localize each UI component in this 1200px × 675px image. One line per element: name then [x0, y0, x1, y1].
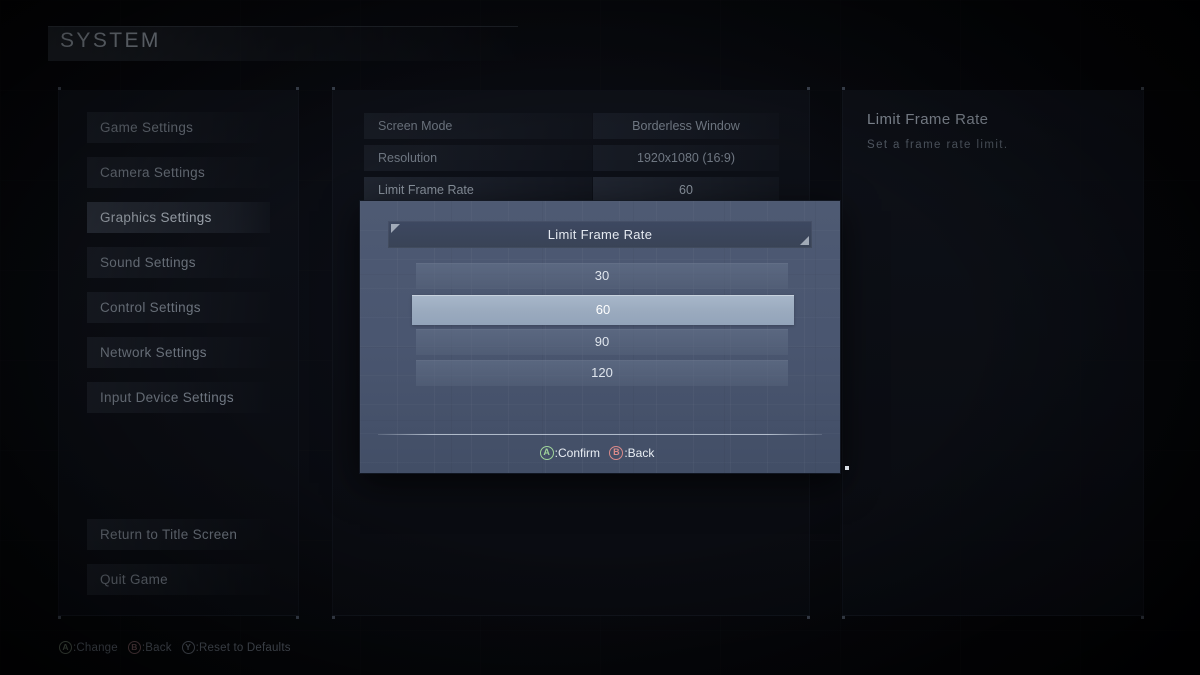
dialog-divider — [378, 434, 822, 435]
setting-row-limit-frame-rate[interactable]: Limit Frame Rate 60 — [364, 177, 779, 203]
sidebar-item-quit-game[interactable]: Quit Game — [87, 564, 270, 595]
hint-label: :Back — [624, 445, 655, 460]
sidebar-item-sound-settings[interactable]: Sound Settings — [87, 247, 270, 278]
option-30[interactable]: 30 — [416, 263, 788, 289]
hint-reset-to-defaults: Y :Reset to Defaults — [181, 641, 291, 654]
option-60[interactable]: 60 — [412, 295, 794, 325]
info-description: Set a frame rate limit. — [867, 139, 1009, 151]
corner-marker-icon — [842, 87, 845, 90]
corner-marker-icon — [1141, 87, 1144, 90]
sidebar-item-network-settings[interactable]: Network Settings — [87, 337, 270, 368]
setting-label: Resolution — [364, 145, 592, 171]
game-settings-screen: SYSTEM Game Settings Camera Settings Gra… — [0, 0, 1200, 675]
setting-row-resolution[interactable]: Resolution 1920x1080 (16:9) — [364, 145, 779, 171]
button-y-icon: Y — [181, 641, 195, 654]
corner-marker-icon — [807, 616, 810, 619]
setting-label: Screen Mode — [364, 113, 592, 139]
corner-marker-icon — [332, 87, 335, 90]
dialog-title: Limit Frame Rate — [547, 227, 653, 242]
button-a-icon: A — [59, 641, 72, 654]
corner-marker-icon — [807, 87, 810, 90]
info-title: Limit Frame Rate — [867, 111, 989, 128]
button-b-icon: B — [127, 641, 141, 654]
dialog-header: Limit Frame Rate — [388, 221, 812, 248]
setting-value[interactable]: 1920x1080 (16:9) — [593, 145, 779, 171]
button-a-icon: A — [539, 445, 554, 460]
setting-value[interactable]: 60 — [593, 177, 779, 203]
setting-label: Limit Frame Rate — [364, 177, 592, 203]
setting-row-screen-mode[interactable]: Screen Mode Borderless Window — [364, 113, 779, 139]
sidebar-item-camera-settings[interactable]: Camera Settings — [87, 157, 270, 188]
sidebar-item-graphics-settings[interactable]: Graphics Settings — [87, 202, 270, 233]
dialog-corner-marker-icon — [845, 466, 849, 470]
hint-label: :Change — [73, 641, 118, 654]
setting-value[interactable]: Borderless Window — [593, 113, 779, 139]
dialog-hint-bar: A :Confirm B :Back — [360, 444, 840, 460]
hint-change: A :Change — [59, 641, 118, 654]
hint-label: :Back — [141, 641, 172, 654]
corner-marker-icon — [332, 616, 335, 619]
sidebar-item-input-device-settings[interactable]: Input Device Settings — [87, 382, 270, 413]
sidebar-item-return-to-title-screen[interactable]: Return to Title Screen — [87, 519, 270, 550]
hint-label: :Confirm — [554, 445, 600, 460]
page-title: SYSTEM — [60, 29, 161, 52]
hint-back: B :Back — [127, 641, 172, 654]
hint-label: :Reset to Defaults — [195, 641, 291, 654]
corner-marker-icon — [58, 616, 61, 619]
corner-marker-icon — [58, 87, 61, 90]
button-b-icon: B — [609, 445, 624, 460]
hint-back: B :Back — [609, 445, 655, 460]
limit-frame-rate-dialog: Limit Frame Rate 30 60 90 120 A :Confirm… — [360, 201, 840, 473]
corner-marker-icon — [296, 616, 299, 619]
info-panel: Limit Frame Rate Set a frame rate limit. — [842, 87, 1144, 619]
corner-marker-icon — [842, 616, 845, 619]
sidebar-item-control-settings[interactable]: Control Settings — [87, 292, 270, 323]
option-90[interactable]: 90 — [416, 329, 788, 355]
sidebar-item-game-settings[interactable]: Game Settings — [87, 112, 270, 143]
corner-marker-icon — [1141, 616, 1144, 619]
hint-confirm: A :Confirm — [539, 445, 600, 460]
corner-marker-icon — [296, 87, 299, 90]
option-120[interactable]: 120 — [416, 360, 788, 386]
footer-hint-bar: A :Change B :Back Y :Reset to Defaults — [59, 641, 298, 654]
sidebar-panel: Game Settings Camera Settings Graphics S… — [58, 87, 299, 619]
